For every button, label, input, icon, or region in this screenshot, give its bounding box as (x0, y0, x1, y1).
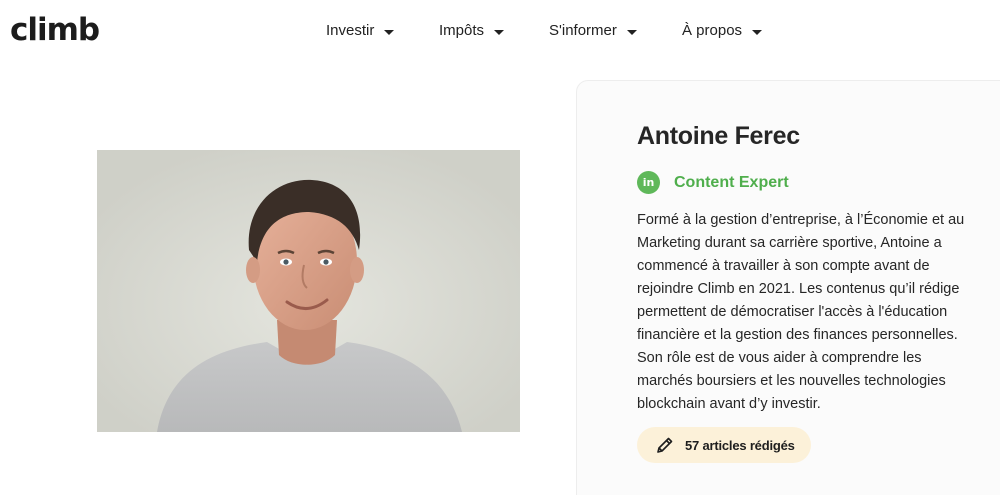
bio-line: marchés boursiers et les nouvelles techn… (637, 373, 946, 389)
articles-count-badge: 57 articles rédigés (637, 427, 811, 463)
nav-item-a-propos[interactable]: À propos (682, 20, 763, 42)
author-role-row: in Content Expert (637, 171, 789, 194)
nav-item-sinformer[interactable]: S'informer (549, 20, 637, 42)
chevron-down-icon (384, 29, 395, 35)
chevron-down-icon (626, 29, 637, 35)
author-bio: Formé à la gestion d’entreprise, à l’Éco… (637, 209, 982, 416)
author-name: Antoine Ferec (637, 122, 800, 150)
site-header: climb Investir Impôts S'informer À propo… (0, 0, 1000, 64)
nav-item-label: S'informer (549, 22, 617, 39)
chevron-down-icon (752, 29, 763, 35)
author-role: Content Expert (674, 173, 789, 191)
bio-line: Formé à la gestion d’entreprise, à l’Éco… (637, 212, 965, 228)
person-portrait-icon (97, 150, 520, 432)
nav-item-investir[interactable]: Investir (326, 20, 395, 42)
bio-line: Marketing durant sa carrière sportive, A… (637, 235, 942, 251)
articles-count-label: 57 articles rédigés (685, 437, 795, 453)
author-photo (97, 150, 520, 432)
nav-item-impots[interactable]: Impôts (439, 20, 505, 42)
nav-item-label: Impôts (439, 22, 485, 39)
pencil-icon (657, 437, 673, 453)
bio-line: financière et la gestion des finances pe… (637, 327, 958, 343)
bio-line: rejoindre Climb en 2021. Les contenus qu… (637, 281, 960, 297)
bio-line: blockchain avant d’y investir. (637, 396, 821, 412)
bio-line: commencé à travailler à son compte avant… (637, 258, 930, 274)
nav-item-label: À propos (682, 22, 743, 39)
chevron-down-icon (494, 29, 505, 35)
bio-line: Son rôle est de vous aider à comprendre … (637, 350, 922, 366)
nav-item-label: Investir (326, 22, 375, 39)
main-nav: Investir Impôts S'informer À propos (0, 20, 1000, 44)
linkedin-icon-text: in (642, 176, 655, 189)
bio-line: permettent de démocratiser l'accès à l'é… (637, 304, 948, 320)
linkedin-icon[interactable]: in (637, 171, 660, 194)
